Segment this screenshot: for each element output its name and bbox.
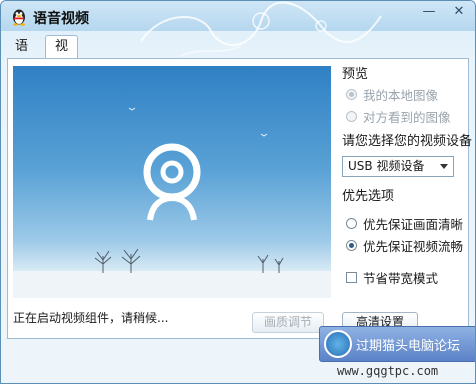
status-text: 正在启动视频组件，请稍候...: [13, 311, 169, 325]
video-settings-panel: 正在启动视频组件，请稍候... 预览 我的本地图像 对方看到的图像 请您选择您的…: [7, 58, 473, 339]
radio-label: 我的本地图像: [363, 87, 439, 103]
radio-indicator[interactable]: [346, 88, 357, 100]
checkbox-indicator[interactable]: [346, 271, 357, 283]
radio-smooth-priority[interactable]: 优先保证视频流畅: [346, 236, 463, 254]
site-logo-icon: [324, 330, 352, 358]
radio-indicator[interactable]: [346, 217, 357, 229]
tab-voice[interactable]: 语音: [5, 35, 38, 76]
tab-video[interactable]: 视频: [45, 35, 79, 76]
radio-label: 优先保证视频流畅: [363, 238, 464, 254]
watermark-url: www.gqgtpc.com: [337, 364, 439, 378]
radio-label: 优先保证画面清晰: [363, 216, 464, 232]
radio-label: 对方看到的图像: [363, 109, 451, 125]
radio-indicator[interactable]: [346, 110, 357, 122]
radio-indicator[interactable]: [346, 239, 357, 251]
video-settings-window: 语音视频 — ✕ 语音 视频: [0, 0, 476, 384]
qq-penguin-icon: [13, 9, 25, 26]
radio-remote-image[interactable]: 对方看到的图像: [346, 107, 451, 125]
swirl-decoration: [140, 1, 382, 57]
window-title: 语音视频: [33, 11, 89, 27]
site-watermark: 过期猫头电脑论坛 www.gqgtpc.com: [319, 326, 475, 383]
minimize-icon[interactable]: —: [417, 3, 441, 21]
preview-heading: 预览: [342, 67, 369, 82]
device-heading: 请您选择您的视频设备: [342, 134, 473, 149]
select-value: USB 视频设备: [348, 159, 425, 173]
chevron-down-icon[interactable]: [440, 164, 448, 169]
video-device-select[interactable]: USB 视频设备: [342, 156, 454, 177]
radio-clarity-priority[interactable]: 优先保证画面清晰: [346, 214, 463, 232]
checkbox-label: 节省带宽模式: [363, 270, 439, 286]
priority-heading: 优先选项: [342, 189, 395, 204]
bandwidth-saving-checkbox[interactable]: 节省带宽模式: [346, 268, 438, 286]
radio-local-image[interactable]: 我的本地图像: [346, 85, 438, 103]
webcam-icon: [143, 143, 201, 221]
video-preview: [13, 66, 331, 298]
close-icon[interactable]: ✕: [447, 3, 471, 21]
quality-adjust-button[interactable]: 画质调节: [252, 312, 324, 333]
watermark-site-name: 过期猫头电脑论坛: [356, 339, 461, 354]
watermark-badge: 过期猫头电脑论坛: [319, 326, 475, 362]
title-bar[interactable]: 语音视频 — ✕: [1, 1, 475, 57]
